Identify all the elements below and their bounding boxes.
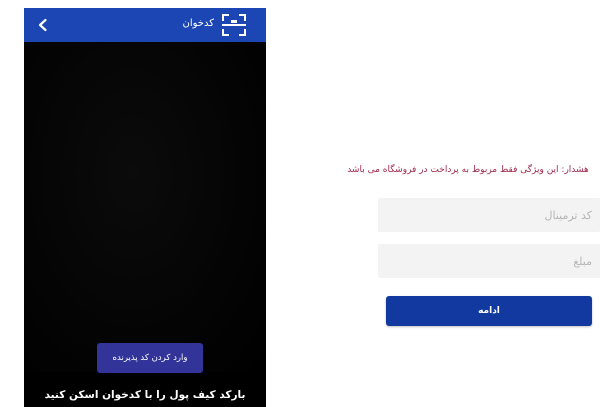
terminal-code-input[interactable] — [378, 198, 600, 232]
enter-merchant-code-button[interactable]: وارد کردن کد پذیرنده — [97, 343, 203, 373]
store-payment-warning: هشدار: این ویژگی فقط مربوط به پرداخت در … — [347, 165, 589, 175]
camera-viewfinder — [24, 42, 266, 372]
scanner-title: کدخوان — [182, 18, 214, 29]
scan-instruction-text: بارکد کیف پول را با کدخوان اسکن کنید — [44, 389, 246, 401]
continue-button[interactable]: ادامه — [386, 296, 592, 326]
qr-scan-icon — [222, 14, 246, 36]
amount-input[interactable] — [378, 244, 600, 278]
scanner-header: کدخوان — [24, 8, 266, 42]
chevron-left-icon — [38, 18, 47, 32]
scanner-screen: کدخوان وارد کردن کد پذیرنده بارکد کیف پو… — [24, 8, 266, 407]
back-button[interactable] — [30, 12, 56, 38]
